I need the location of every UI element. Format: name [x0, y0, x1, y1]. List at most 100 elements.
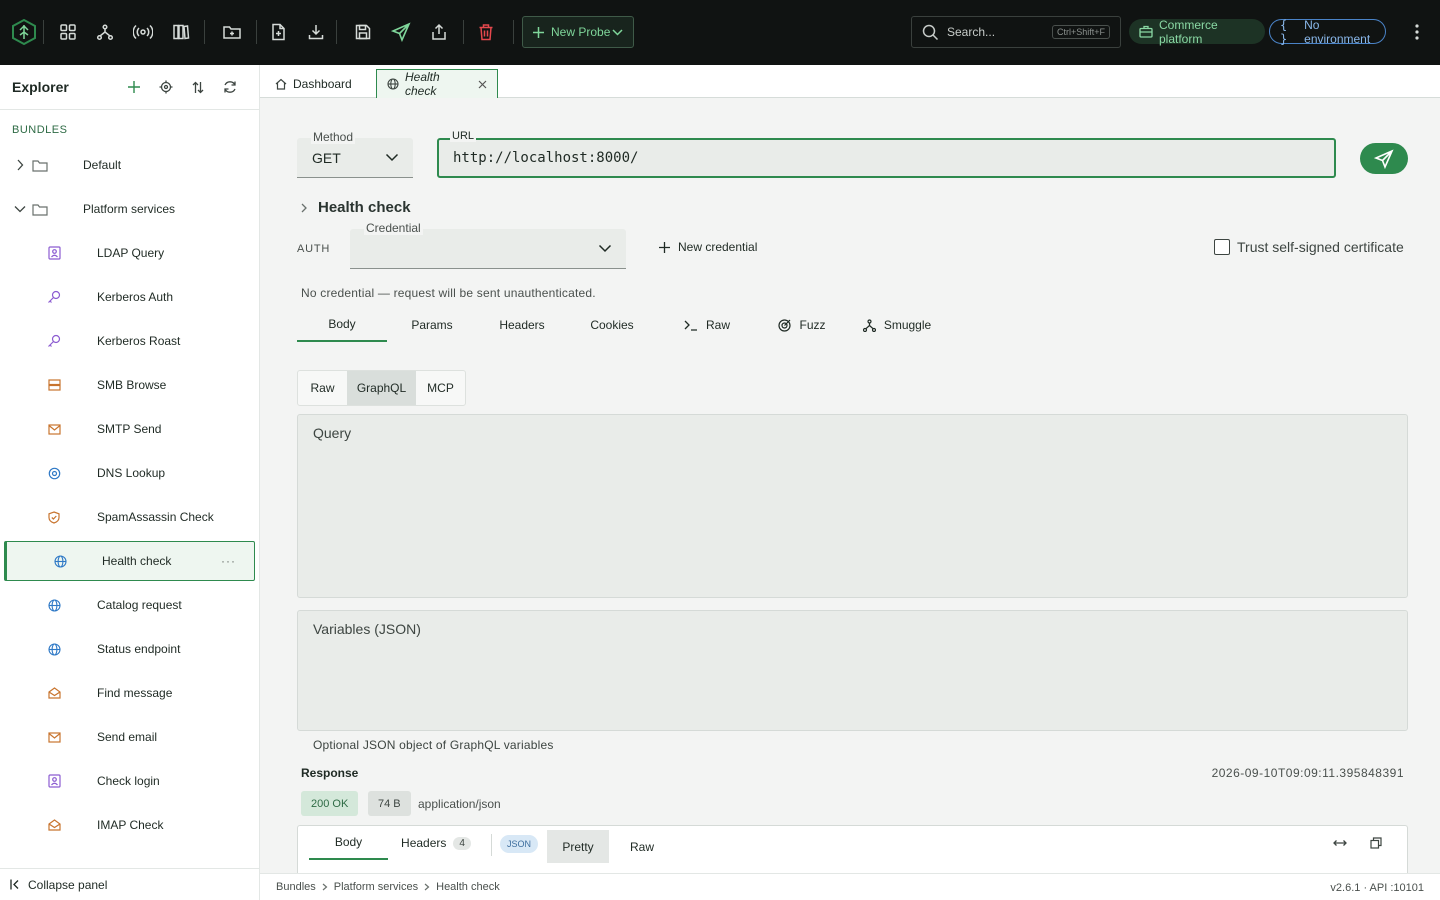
target-icon: [778, 318, 792, 332]
new-credential-button[interactable]: New credential: [659, 240, 757, 254]
raw-button[interactable]: Raw: [611, 830, 673, 863]
close-tab-icon[interactable]: [478, 80, 487, 89]
sidebar-item-check-login[interactable]: Check login: [0, 759, 259, 803]
tab-cookies[interactable]: Cookies: [572, 308, 652, 342]
sidebar-item-kerberos-roast[interactable]: Kerberos Roast: [0, 319, 259, 363]
method-label: Method: [311, 130, 356, 144]
breadcrumb-health-check[interactable]: Health check: [436, 881, 500, 893]
tree-item-label: Kerberos Auth: [97, 290, 174, 304]
mode-graphql[interactable]: GraphQL: [347, 371, 416, 405]
send-icon[interactable]: [387, 18, 415, 46]
tab-headers-label: Headers: [499, 318, 545, 332]
sidebar-item-smb-browse[interactable]: SMB Browse: [0, 363, 259, 407]
breadcrumb-platform-services[interactable]: Platform services: [334, 881, 418, 893]
request-title-toggle[interactable]: Health check: [300, 199, 411, 216]
mail-open-icon: [46, 685, 62, 701]
terminal-icon: [684, 320, 698, 331]
response-title: Response: [301, 766, 359, 780]
save-icon[interactable]: [349, 18, 377, 46]
bundle-folder-checkout-services[interactable]: Checkout services: [0, 847, 259, 863]
chevron-down-icon[interactable]: [13, 205, 27, 213]
bundle-folder-platform-services[interactable]: Platform services: [0, 187, 259, 231]
sidebar-item-dns-lookup[interactable]: DNS Lookup: [0, 451, 259, 495]
more-menu-icon[interactable]: [1405, 20, 1429, 44]
plus-icon: [659, 241, 670, 253]
credential-select[interactable]: [350, 229, 626, 269]
sidebar-item-find-message[interactable]: Find message: [0, 671, 259, 715]
tree-item-label: Catalog request: [97, 598, 182, 612]
breadcrumb-bundles[interactable]: Bundles: [276, 881, 316, 893]
tree-item-label: Check login: [97, 774, 160, 788]
content-type: application/json: [418, 796, 501, 811]
sidebar-item-kerberos-auth[interactable]: Kerberos Auth: [0, 275, 259, 319]
tab-smuggle[interactable]: Smuggle: [847, 308, 947, 342]
locate-icon[interactable]: [156, 77, 176, 97]
mode-mcp[interactable]: MCP: [416, 371, 465, 405]
add-icon[interactable]: [124, 77, 144, 97]
sidebar-item-catalog-request[interactable]: Catalog request: [0, 583, 259, 627]
tree-item-label: Kerberos Roast: [97, 334, 181, 348]
new-file-icon[interactable]: [264, 18, 292, 46]
tab-params[interactable]: Params: [392, 308, 472, 342]
home-icon: [275, 78, 287, 90]
refresh-icon[interactable]: [220, 77, 240, 97]
chevron-right-icon[interactable]: [13, 159, 27, 171]
plus-icon: [533, 26, 544, 38]
download-icon[interactable]: [302, 18, 330, 46]
sidebar-item-ldap-query[interactable]: LDAP Query: [0, 231, 259, 275]
sort-icon[interactable]: [188, 77, 208, 97]
chevron-down-icon: [598, 241, 612, 255]
dashboard-grid-icon[interactable]: [54, 18, 82, 46]
more-actions-icon[interactable]: ···: [221, 554, 236, 568]
tab-cookies-label: Cookies: [590, 318, 634, 332]
format-tag: JSON: [500, 835, 539, 853]
top-toolbar: New Probe Search... Ctrl+Shift+F Commerc…: [0, 0, 1440, 65]
graphql-variables-input[interactable]: Variables (JSON): [297, 610, 1408, 731]
sidebar-item-spamassassin-check[interactable]: SpamAssassin Check: [0, 495, 259, 539]
new-probe-button[interactable]: New Probe: [522, 16, 634, 48]
graphql-query-input[interactable]: Query: [297, 414, 1408, 598]
sidebar-item-status-endpoint[interactable]: Status endpoint: [0, 627, 259, 671]
sidebar-item-health-check[interactable]: Health check ···: [4, 541, 255, 581]
copy-icon[interactable]: [1370, 837, 1382, 849]
sidebar-item-imap-check[interactable]: IMAP Check: [0, 803, 259, 847]
tab-health-check[interactable]: Health check: [376, 69, 498, 98]
new-folder-icon[interactable]: [218, 18, 246, 46]
mode-raw[interactable]: Raw: [298, 371, 347, 405]
app-logo-icon[interactable]: [10, 18, 38, 46]
response-tab-body[interactable]: Body: [309, 826, 388, 860]
library-icon[interactable]: [167, 18, 195, 46]
response-panel: Body Headers 4 JSON Pretty Raw: [297, 825, 1408, 873]
delete-icon[interactable]: [472, 18, 500, 46]
wrap-toggle-icon[interactable]: [1333, 836, 1347, 850]
fork-icon[interactable]: [91, 18, 119, 46]
method-select[interactable]: GET: [297, 138, 413, 178]
bundles-section-label: BUNDLES: [12, 124, 68, 136]
sidebar-item-smtp-send[interactable]: SMTP Send: [0, 407, 259, 451]
checkbox-box[interactable]: [1214, 239, 1230, 255]
url-input[interactable]: http://localhost:8000/: [437, 138, 1336, 178]
tab-fuzz[interactable]: Fuzz: [757, 308, 847, 342]
tab-dashboard[interactable]: Dashboard: [265, 69, 362, 98]
workspace-selector[interactable]: Commerce platform: [1129, 18, 1265, 46]
broadcast-icon[interactable]: [129, 18, 157, 46]
response-tab-headers[interactable]: Headers 4: [394, 826, 478, 860]
tab-headers[interactable]: Headers: [482, 308, 562, 342]
chevron-right-icon: [322, 883, 328, 891]
trust-self-signed-checkbox[interactable]: Trust self-signed certificate: [1214, 239, 1404, 255]
tab-body[interactable]: Body: [297, 308, 387, 342]
response-timestamp: 2026-09-10T09:09:11.395848391: [1211, 766, 1404, 780]
collapse-panel-button[interactable]: Collapse panel: [0, 868, 259, 900]
send-request-button[interactable]: [1360, 143, 1408, 174]
toolbar-divider: [204, 20, 205, 44]
sidebar-item-send-email[interactable]: Send email: [0, 715, 259, 759]
share-icon[interactable]: [425, 18, 453, 46]
send-icon: [1374, 148, 1394, 169]
environment-selector[interactable]: { } No environment: [1269, 18, 1386, 46]
tab-raw[interactable]: Raw: [667, 308, 747, 342]
tab-smuggle-label: Smuggle: [883, 318, 932, 332]
search-input[interactable]: Search... Ctrl+Shift+F: [911, 16, 1121, 48]
pretty-button[interactable]: Pretty: [547, 830, 609, 863]
explorer-title: Explorer: [12, 79, 69, 95]
bundle-folder-default[interactable]: Default: [0, 143, 259, 187]
